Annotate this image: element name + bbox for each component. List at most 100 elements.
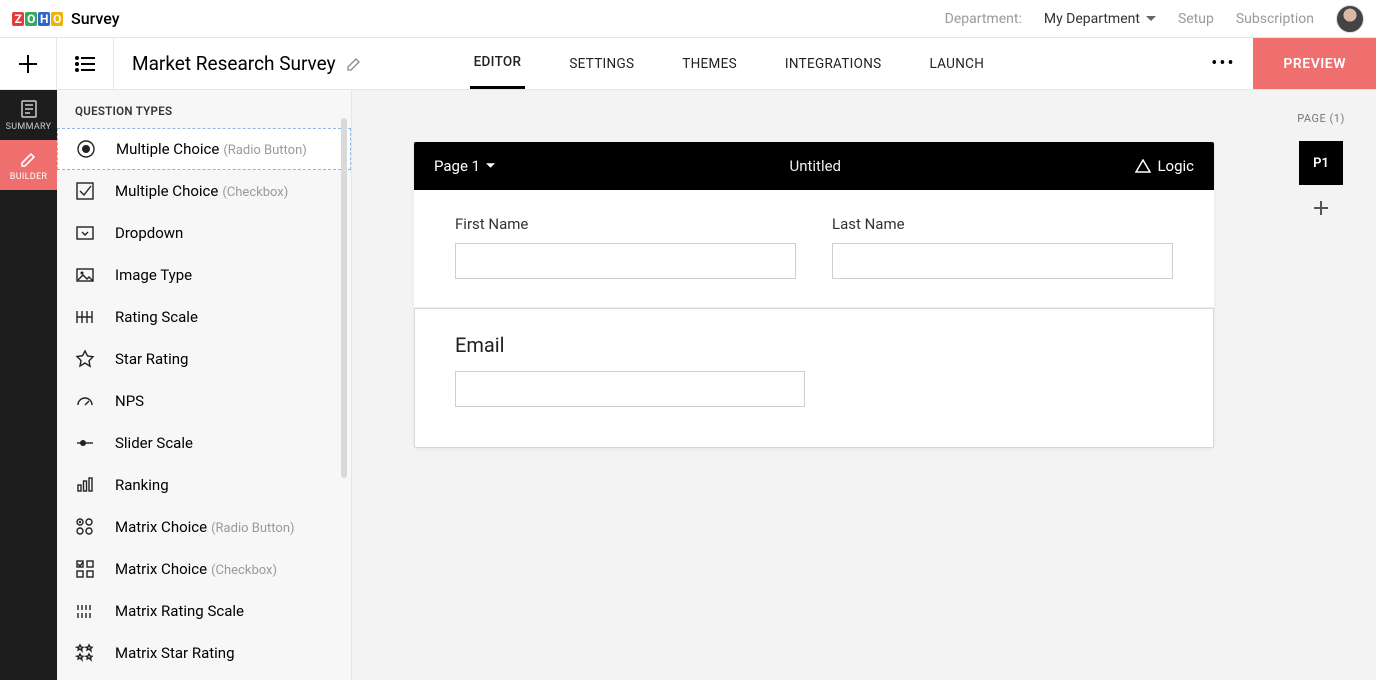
page-name[interactable]: Untitled [495,157,1135,175]
subscription-link[interactable]: Subscription [1236,11,1314,27]
qtype-label: Slider Scale [115,434,193,452]
summary-icon [19,99,39,119]
survey-title-text: Market Research Survey [132,52,336,75]
logic-icon [1135,159,1151,173]
tab-integrations[interactable]: INTEGRATIONS [781,38,886,89]
page-bar: Page 1 Untitled Logic [414,142,1214,190]
new-survey-button[interactable] [0,38,57,89]
gauge-icon [75,391,95,411]
qtype-item[interactable]: Multiple Choice(Radio Button) [57,128,351,170]
qtype-label: Star Rating [115,350,188,368]
image-icon [75,265,95,285]
matrixcheck-icon [75,559,95,579]
qtype-label: Matrix Star Rating [115,644,235,662]
name-row: First Name Last Name [455,215,1173,279]
add-page-button[interactable] [1314,201,1328,215]
qtype-label: Ranking [115,476,169,494]
logic-button[interactable]: Logic [1135,157,1194,175]
left-rail: SUMMARY BUILDER [0,90,57,680]
chevron-down-icon [486,163,495,169]
qtype-item[interactable]: Rating Scale [57,296,351,338]
builder-icon [19,149,39,169]
last-name-label: Last Name [832,215,1173,233]
qtype-label: Matrix Rating Scale [115,602,244,620]
first-name-col: First Name [455,215,796,279]
star-icon [75,349,95,369]
first-name-input[interactable] [455,243,796,279]
qtype-item[interactable]: NPS [57,380,351,422]
qtype-item[interactable]: Matrix Choice(Radio Button) [57,506,351,548]
page-selector[interactable]: Page 1 [434,157,495,175]
qtype-item[interactable]: Star Rating [57,338,351,380]
tab-themes[interactable]: THEMES [678,38,741,89]
department-picker[interactable]: My Department [1044,11,1156,27]
pencil-icon[interactable] [346,56,362,72]
page-label: Page 1 [434,157,480,175]
tabs: EDITOR SETTINGS THEMES INTEGRATIONS LAUN… [470,38,989,89]
avatar[interactable] [1336,5,1364,33]
page-nav: PAGE (1) P1 [1266,90,1376,680]
more-button[interactable]: ••• [1193,38,1253,89]
qtype-label: Multiple Choice(Radio Button) [116,140,307,158]
email-input[interactable] [455,371,805,407]
rail-summary-label: SUMMARY [6,122,52,132]
brand-suffix: Survey [71,9,120,28]
chevron-down-icon [1146,16,1156,22]
toolbar: Market Research Survey EDITOR SETTINGS T… [0,38,1376,90]
department-label: Department: [945,11,1022,27]
first-name-label: First Name [455,215,796,233]
page-chip-1[interactable]: P1 [1299,141,1343,185]
qtype-item[interactable]: Dropdown [57,212,351,254]
tab-settings[interactable]: SETTINGS [565,38,638,89]
setup-link[interactable]: Setup [1178,11,1214,27]
body: SUMMARY BUILDER QUESTION TYPES Multiple … [0,90,1376,680]
qtype-item[interactable]: Multiple Choice(Checkbox) [57,170,351,212]
question-types-caption: QUESTION TYPES [57,90,351,128]
rail-builder[interactable]: BUILDER [0,140,57,190]
slider-icon [75,433,95,453]
question-types-panel: QUESTION TYPES Multiple Choice(Radio But… [57,90,352,680]
surveys-list-button[interactable] [57,38,114,89]
qtype-label: Matrix Choice(Checkbox) [115,560,277,578]
qtype-label: Dropdown [115,224,183,242]
brand: ZOHO Survey [12,9,120,28]
radio-icon [76,139,96,159]
tab-launch[interactable]: LAUNCH [925,38,988,89]
survey-title: Market Research Survey [114,38,380,89]
qtype-item[interactable]: Ranking [57,464,351,506]
last-name-input[interactable] [832,243,1173,279]
qtype-label: Matrix Choice(Radio Button) [115,518,295,536]
plus-icon [1314,201,1328,215]
plus-icon [19,55,37,73]
canvas: Page 1 Untitled Logic First Name [352,90,1266,680]
ranking-icon [75,475,95,495]
list-icon [75,56,95,72]
tab-editor[interactable]: EDITOR [470,38,526,89]
logic-label: Logic [1157,157,1194,175]
qtype-label: Image Type [115,266,192,284]
email-label: Email [455,333,1173,357]
qtype-item[interactable]: Matrix Choice(Checkbox) [57,548,351,590]
scrollbar[interactable] [341,118,347,478]
qtype-item[interactable]: Slider Scale [57,422,351,464]
qtype-item[interactable]: Matrix Star Rating [57,632,351,674]
matrixrating-icon [75,601,95,621]
qtype-label: Multiple Choice(Checkbox) [115,182,288,200]
question-types-list[interactable]: Multiple Choice(Radio Button) Multiple Ch… [57,128,351,680]
page-nav-caption: PAGE (1) [1297,112,1345,125]
qtype-item[interactable]: Image Type [57,254,351,296]
last-name-col: Last Name [832,215,1173,279]
rail-builder-label: BUILDER [10,172,47,182]
rail-summary[interactable]: SUMMARY [0,90,57,140]
matrixradio-icon [75,517,95,537]
department-value: My Department [1044,11,1140,27]
preview-button[interactable]: PREVIEW [1253,38,1376,89]
top-right: Department: My Department Setup Subscrip… [945,5,1364,33]
top-header: ZOHO Survey Department: My Department Se… [0,0,1376,38]
survey-page: Page 1 Untitled Logic First Name [414,142,1214,448]
question-email[interactable]: Email [414,308,1214,448]
question-name[interactable]: First Name Last Name [414,190,1214,308]
canvas-wrap: Page 1 Untitled Logic First Name [352,90,1376,680]
qtype-item[interactable]: Matrix Rating Scale [57,590,351,632]
zoho-logo: ZOHO [12,12,63,26]
